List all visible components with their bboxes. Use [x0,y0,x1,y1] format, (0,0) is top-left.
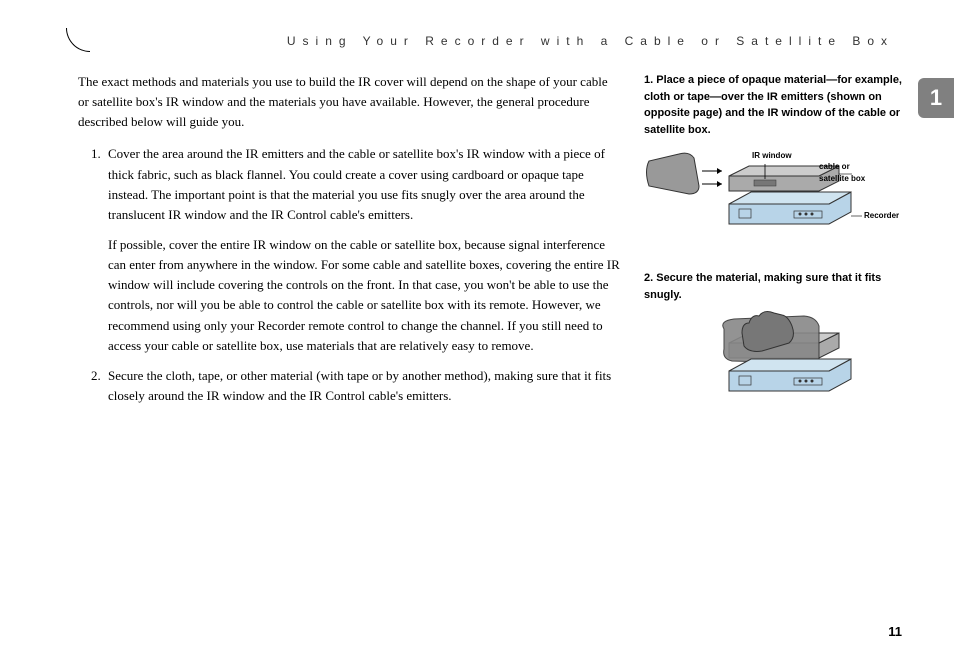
label-recorder: Recorder [864,210,899,222]
instruction-list: Cover the area around the IR emitters an… [78,144,620,406]
sidebar-column: 1. Place a piece of opaque material—for … [644,72,904,416]
label-ir-window: IR window [752,150,792,162]
page-number: 11 [888,624,902,639]
diagram-2 [644,311,904,411]
diagram-2-svg [644,311,904,411]
label-cable-box: cable or satellite box [819,161,879,185]
step-1-text: Cover the area around the IR emitters an… [108,146,605,221]
instruction-step-1: Cover the area around the IR emitters an… [104,144,620,355]
content-area: The exact methods and materials you use … [78,72,904,416]
chapter-number: 1 [930,85,942,111]
page-header-title: Using Your Recorder with a Cable or Sate… [78,28,904,54]
chapter-tab: 1 [918,78,954,118]
instruction-step-2: Secure the cloth, tape, or other materia… [104,366,620,406]
page-header-container: Using Your Recorder with a Cable or Sate… [78,28,904,54]
sidebar-caption-1: 1. Place a piece of opaque material—for … [644,72,904,138]
diagram-1: IR window cable or satellite box Recorde… [644,146,904,246]
intro-paragraph: The exact methods and materials you use … [78,72,620,132]
sidebar-caption-2: 2. Secure the material, making sure that… [644,270,904,303]
step-1-sub: If possible, cover the entire IR window … [108,235,620,356]
main-text-column: The exact methods and materials you use … [78,72,620,416]
step-2-text: Secure the cloth, tape, or other materia… [108,368,611,403]
